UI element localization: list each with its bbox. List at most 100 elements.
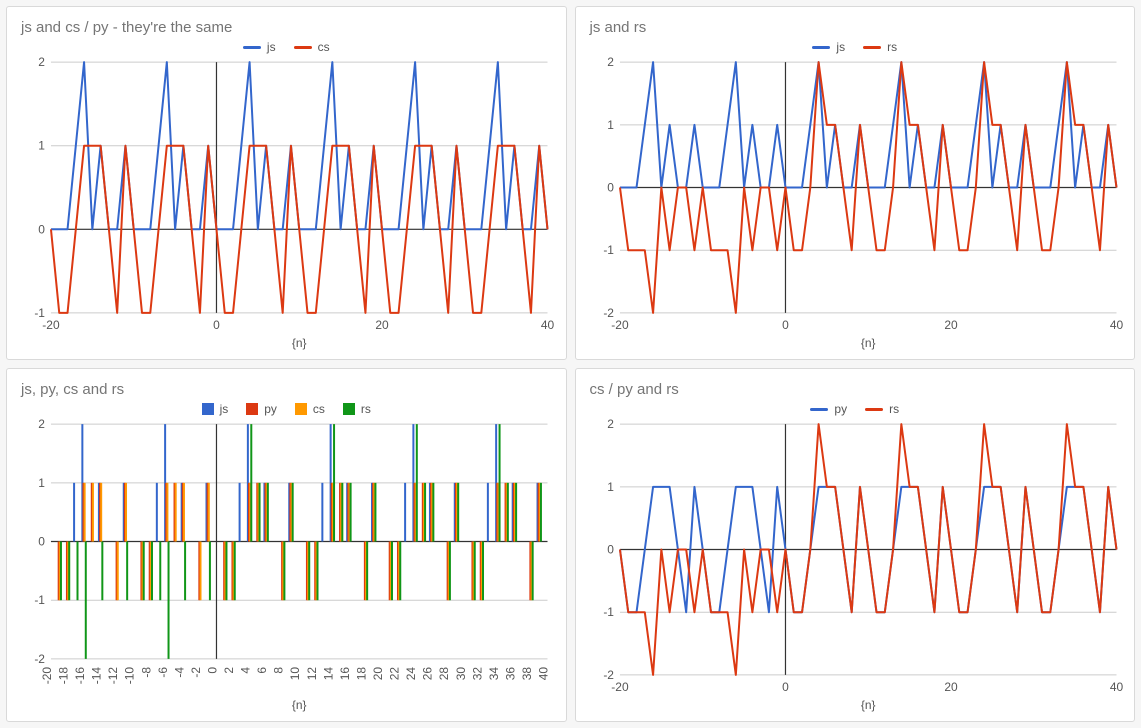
legend-entry: cs	[294, 40, 330, 54]
svg-text:20: 20	[375, 318, 389, 332]
chart-plot: -2-1012-2002040{n}	[584, 418, 1127, 715]
legend-entry: rs	[865, 402, 899, 416]
legend-label: js	[836, 40, 845, 54]
chart-grid: js and cs / py - they're the same js cs -…	[0, 0, 1141, 728]
svg-text:1: 1	[607, 118, 614, 132]
legend-label: cs	[313, 402, 325, 416]
legend-entry: js	[202, 402, 229, 416]
svg-text:0: 0	[782, 318, 789, 332]
svg-text:14: 14	[321, 667, 335, 681]
svg-text:0: 0	[782, 680, 789, 694]
svg-text:2: 2	[607, 56, 614, 69]
svg-text:2: 2	[38, 56, 45, 69]
legend-key-icon	[294, 46, 312, 49]
svg-text:-12: -12	[106, 667, 120, 685]
chart-legend: js rs	[584, 40, 1127, 54]
svg-text:-10: -10	[123, 667, 137, 685]
svg-text:0: 0	[205, 667, 219, 674]
svg-text:{n}: {n}	[292, 336, 307, 350]
svg-text:0: 0	[607, 181, 614, 195]
legend-key-icon	[810, 408, 828, 411]
legend-key-icon	[243, 46, 261, 49]
legend-entry: py	[246, 402, 277, 416]
chart-panel-2: js and rs jsrs -2-1012-2002040{n}	[575, 6, 1136, 360]
svg-text:0: 0	[38, 535, 45, 549]
svg-text:2: 2	[38, 418, 45, 431]
svg-text:-20: -20	[40, 667, 54, 685]
svg-text:26: 26	[421, 667, 435, 681]
legend-key-icon	[202, 403, 214, 415]
chart-title: js and cs / py - they're the same	[21, 19, 558, 36]
svg-text:-6: -6	[156, 667, 170, 678]
legend-entry: js	[243, 40, 276, 54]
legend-label: py	[264, 402, 277, 416]
svg-text:10: 10	[288, 667, 302, 681]
svg-text:18: 18	[354, 667, 368, 681]
svg-text:0: 0	[213, 318, 220, 332]
svg-text:22: 22	[388, 667, 402, 681]
legend-entry: cs	[295, 402, 325, 416]
legend-label: js	[220, 402, 229, 416]
legend-key-icon	[865, 408, 883, 411]
svg-text:-4: -4	[172, 667, 186, 678]
svg-text:40: 40	[537, 667, 551, 681]
chart-title: js, py, cs and rs	[21, 381, 558, 398]
legend-label: rs	[889, 402, 899, 416]
legend-entry: rs	[343, 402, 371, 416]
svg-text:34: 34	[487, 667, 501, 681]
svg-text:-8: -8	[139, 667, 153, 678]
svg-text:-1: -1	[603, 243, 614, 257]
svg-text:-1: -1	[603, 605, 614, 619]
svg-text:12: 12	[305, 667, 319, 681]
chart-panel-1: js and cs / py - they're the same js cs -…	[6, 6, 567, 360]
svg-text:40: 40	[1109, 680, 1123, 694]
svg-text:28: 28	[437, 667, 451, 681]
svg-text:-20: -20	[611, 680, 629, 694]
chart-legend: js cs	[15, 40, 558, 54]
svg-text:40: 40	[541, 318, 555, 332]
svg-text:-2: -2	[189, 667, 203, 678]
chart-title: js and rs	[590, 19, 1127, 36]
legend-label: js	[267, 40, 276, 54]
svg-text:20: 20	[371, 667, 385, 681]
svg-text:38: 38	[520, 667, 534, 681]
svg-text:1: 1	[607, 480, 614, 494]
chart-plot: -1012-2002040{n}	[15, 56, 558, 353]
svg-text:1: 1	[38, 139, 45, 153]
chart-title: cs / py and rs	[590, 381, 1127, 398]
chart-panel-3: js, py, cs and rs jspycsrs -2-1012-20-18…	[6, 368, 567, 722]
legend-key-icon	[246, 403, 258, 415]
svg-text:16: 16	[338, 667, 352, 681]
svg-text:-20: -20	[611, 318, 629, 332]
chart-legend: py rs	[584, 402, 1127, 416]
chart-legend: js py cs rs	[15, 402, 558, 416]
svg-text:36: 36	[503, 667, 517, 681]
svg-text:6: 6	[255, 667, 269, 674]
legend-entry: py	[810, 402, 847, 416]
svg-text:20: 20	[944, 318, 958, 332]
chart-plot: -2-1012-2002040{n}	[584, 56, 1127, 353]
svg-text:8: 8	[272, 667, 286, 674]
svg-text:-2: -2	[34, 652, 45, 666]
legend-entry: js	[812, 40, 845, 54]
svg-text:{n}: {n}	[860, 336, 875, 350]
legend-label: rs	[361, 402, 371, 416]
svg-text:-18: -18	[57, 667, 71, 685]
svg-text:-20: -20	[42, 318, 60, 332]
legend-label: rs	[887, 40, 897, 54]
svg-text:{n}: {n}	[292, 698, 307, 712]
svg-text:4: 4	[239, 667, 253, 674]
chart-panel-4: cs / py and rs pyrs -2-1012-2002040{n}	[575, 368, 1136, 722]
svg-text:2: 2	[607, 418, 614, 431]
legend-key-icon	[343, 403, 355, 415]
svg-text:2: 2	[222, 667, 236, 674]
legend-key-icon	[295, 403, 307, 415]
svg-text:24: 24	[404, 667, 418, 681]
svg-text:{n}: {n}	[860, 698, 875, 712]
svg-text:40: 40	[1109, 318, 1123, 332]
svg-text:-16: -16	[73, 667, 87, 685]
svg-text:20: 20	[944, 680, 958, 694]
svg-text:-14: -14	[90, 667, 104, 685]
chart-plot: -2-1012-20-18-16-14-12-10-8-6-4-20246810…	[15, 418, 558, 715]
legend-key-icon	[812, 46, 830, 49]
